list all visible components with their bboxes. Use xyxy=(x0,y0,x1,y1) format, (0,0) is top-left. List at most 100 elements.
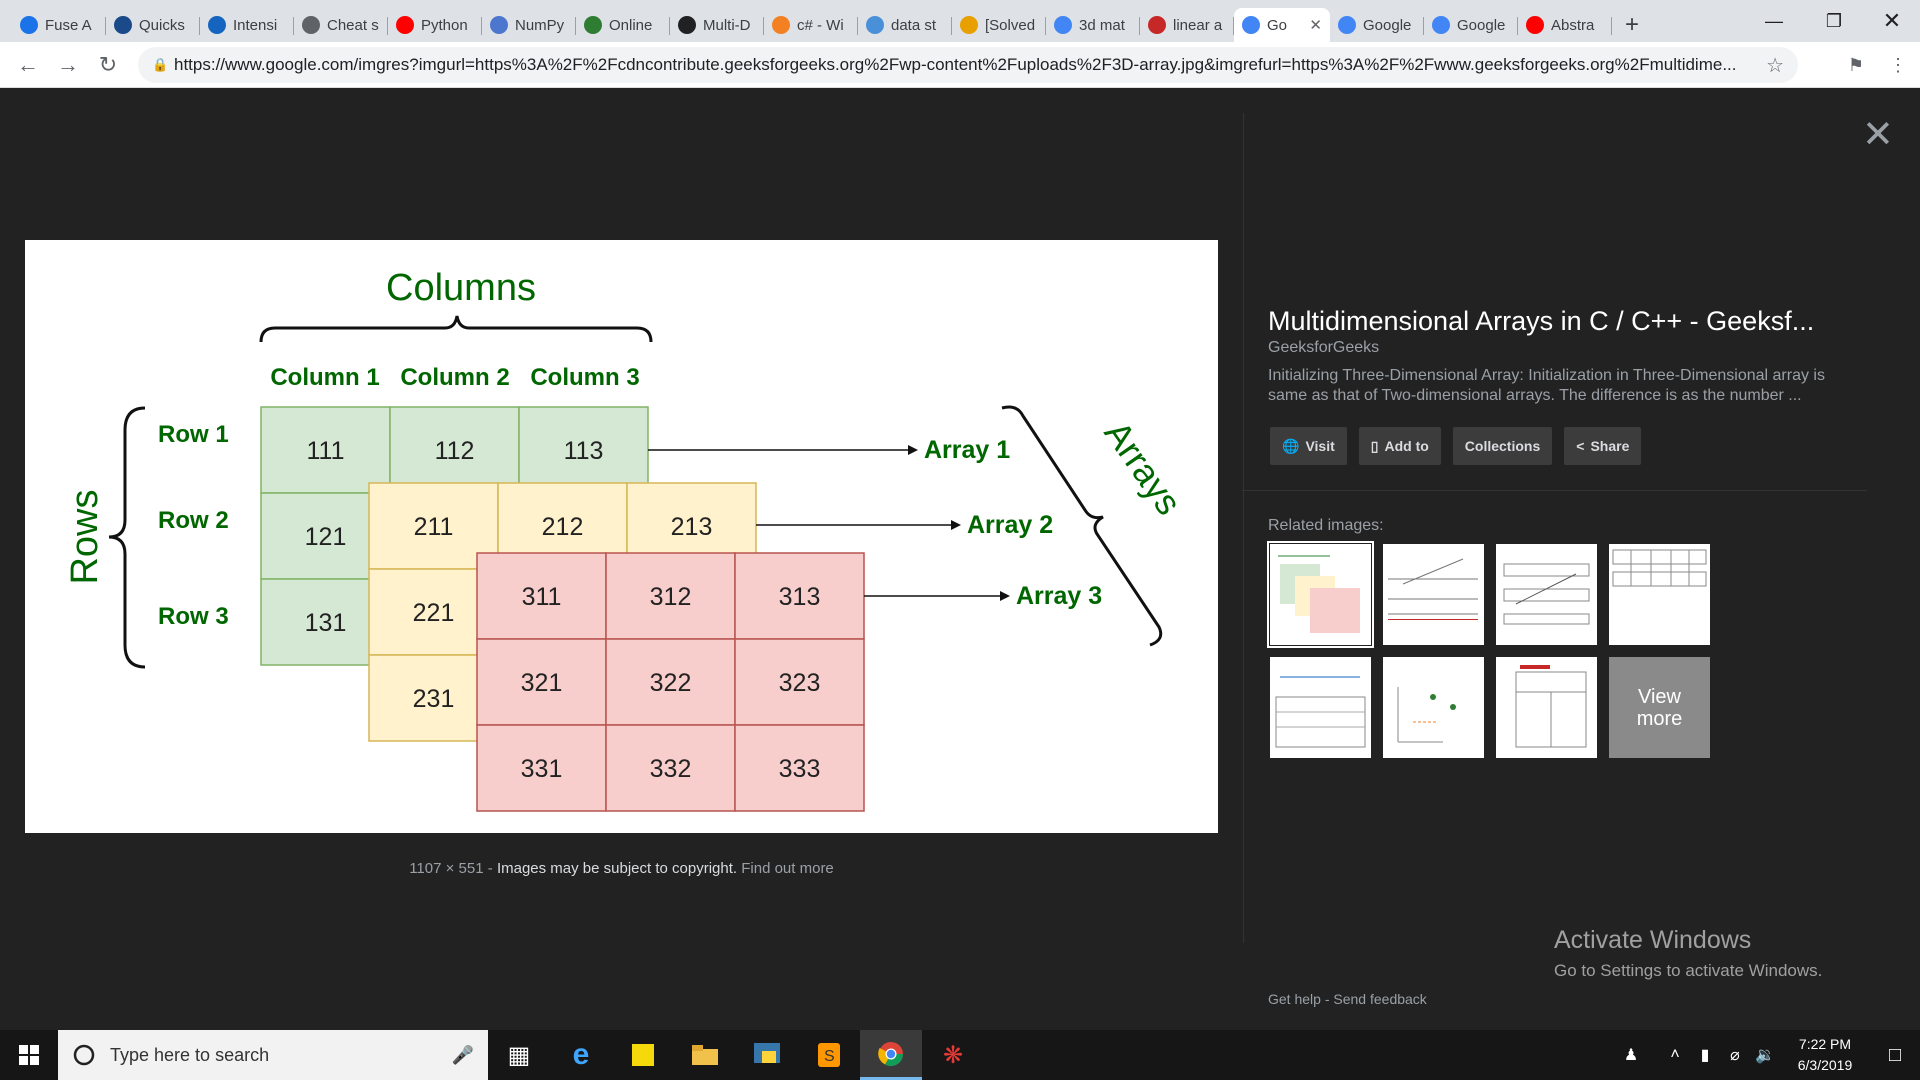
view-more-label: View more xyxy=(1636,685,1683,730)
view-more-button[interactable]: View more xyxy=(1609,657,1710,758)
rows-title: Rows xyxy=(64,489,106,584)
send-feedback-link[interactable]: Send feedback xyxy=(1333,991,1426,1007)
tab-title: Python xyxy=(421,16,468,34)
close-window-button[interactable]: ✕ xyxy=(1864,0,1920,42)
find-out-more-link[interactable]: Find out more xyxy=(741,860,834,877)
tab-title: Intensi xyxy=(233,16,278,34)
browser-tab[interactable]: Google xyxy=(1330,8,1424,42)
wifi-icon[interactable]: ⌀ xyxy=(1720,1045,1750,1065)
reload-button[interactable]: ↻ xyxy=(88,45,128,85)
browser-tab[interactable]: Google xyxy=(1424,8,1518,42)
tab-strip: Fuse A Quicks Intensi Cheat s Python NumPy Onl… xyxy=(0,0,1920,42)
spider-app-icon[interactable]: ❋ xyxy=(922,1030,984,1080)
browser-tab[interactable]: Abstra xyxy=(1518,8,1612,42)
tab-title: Google xyxy=(1457,16,1506,34)
close-viewer-icon[interactable]: ✕ xyxy=(1862,116,1894,154)
watermark-title: Activate Windows xyxy=(1554,926,1752,954)
people-icon[interactable]: ♟ xyxy=(1616,1045,1646,1065)
battery-icon[interactable]: ▮ xyxy=(1690,1045,1720,1065)
browser-tab[interactable]: NumPy xyxy=(482,8,576,42)
result-title[interactable]: Multidimensional Arrays in C / C++ - Gee… xyxy=(1268,306,1814,337)
google-icon xyxy=(1054,16,1072,34)
volume-icon[interactable]: 🔉 xyxy=(1750,1045,1780,1065)
browser-tab[interactable]: Multi-D xyxy=(670,8,764,42)
python-idle-icon[interactable] xyxy=(736,1030,798,1080)
bookmark-star-icon[interactable]: ☆ xyxy=(1766,53,1784,78)
preview-image[interactable]: 111 112 113 121 131 211 212 213 221 231 311 312 313 3… xyxy=(25,240,1218,833)
browser-tab[interactable]: Go ✕ xyxy=(1234,8,1330,42)
tab-title: Go xyxy=(1267,16,1288,34)
maximize-button[interactable]: ❐ xyxy=(1806,0,1862,42)
visit-button[interactable]: 🌐 Visit xyxy=(1270,427,1347,465)
related-thumb[interactable] xyxy=(1496,657,1597,758)
new-tab-button[interactable]: + xyxy=(1612,8,1652,42)
add-to-button[interactable]: ▯ Add to xyxy=(1358,427,1441,465)
edge-icon[interactable]: e xyxy=(550,1030,612,1080)
start-button[interactable] xyxy=(0,1030,58,1080)
taskbar-search[interactable]: Type here to search 🎤 xyxy=(58,1030,488,1080)
browser-tab[interactable]: Python xyxy=(388,8,482,42)
task-view-icon[interactable]: ▦ xyxy=(488,1030,550,1080)
thumb-array-grid-image xyxy=(1503,563,1590,625)
google-icon xyxy=(1242,16,1260,34)
related-thumb[interactable] xyxy=(1383,657,1484,758)
help-sep: - xyxy=(1320,991,1334,1007)
cell-value: 211 xyxy=(414,513,454,541)
collections-button[interactable]: Collections xyxy=(1452,427,1553,465)
collections-label: Collections xyxy=(1464,438,1541,454)
activate-windows-watermark: Activate Windows Go to Settings to activ… xyxy=(1554,926,1822,981)
thumb-diagram-image xyxy=(1515,665,1587,748)
chrome-icon[interactable] xyxy=(860,1030,922,1080)
tab-title: Quicks xyxy=(139,16,185,34)
tab-close-icon[interactable]: ✕ xyxy=(1309,16,1322,34)
related-thumb[interactable] xyxy=(1609,544,1710,645)
result-source[interactable]: GeeksforGeeks xyxy=(1268,339,1379,357)
tab-title: Online xyxy=(609,16,653,34)
browser-tab[interactable]: data st xyxy=(858,8,952,42)
file-explorer-icon[interactable] xyxy=(674,1030,736,1080)
clock[interactable]: 7:22 PM 6/3/2019 xyxy=(1780,1034,1870,1076)
browser-tab[interactable]: [Solved xyxy=(952,8,1046,42)
notifications-icon[interactable]: □ xyxy=(1870,1044,1920,1067)
stackoverflow-icon xyxy=(772,16,790,34)
browser-tab[interactable]: Intensi xyxy=(200,8,294,42)
cell-value: 311 xyxy=(522,583,562,611)
microphone-icon[interactable]: 🎤 xyxy=(452,1045,474,1066)
visit-label: Visit xyxy=(1305,438,1335,454)
sticky-notes-icon[interactable] xyxy=(612,1030,674,1080)
browser-tab[interactable]: Cheat s xyxy=(294,8,388,42)
cell-value: 131 xyxy=(305,609,347,637)
share-button[interactable]: < Share xyxy=(1564,427,1642,465)
extension-icon[interactable]: ⚑ xyxy=(1838,42,1874,88)
browser-tab[interactable]: c# - Wi xyxy=(764,8,858,42)
tab-title: Abstra xyxy=(1551,16,1595,34)
related-thumb[interactable] xyxy=(1496,544,1597,645)
related-thumb[interactable] xyxy=(1383,544,1484,645)
3d-array-diagram: 111 112 113 121 131 211 212 213 221 231 311 312 313 3… xyxy=(64,267,1190,812)
forward-button[interactable]: → xyxy=(48,45,88,85)
k-icon xyxy=(208,16,226,34)
browser-tab[interactable]: Quicks xyxy=(106,8,200,42)
browser-tab[interactable]: linear a xyxy=(1140,8,1234,42)
get-help-link[interactable]: Get help xyxy=(1268,991,1321,1007)
related-thumb[interactable] xyxy=(1270,657,1371,758)
forward-arrow-icon: → xyxy=(57,51,79,77)
cell-value: 323 xyxy=(779,669,821,697)
clock-date: 6/3/2019 xyxy=(1797,1057,1853,1073)
address-bar[interactable]: 🔒 https://www.google.com/imgres?imgurl=h… xyxy=(138,47,1798,83)
arrowhead xyxy=(951,520,961,530)
minimize-button[interactable]: — xyxy=(1746,0,1802,42)
sublime-text-icon[interactable]: S xyxy=(798,1030,860,1080)
back-button[interactable]: ← xyxy=(8,45,48,85)
tab-title: Multi-D xyxy=(703,16,751,34)
cell-value: 221 xyxy=(413,599,455,627)
browser-tab[interactable]: 3d mat xyxy=(1046,8,1140,42)
url-text[interactable]: https://www.google.com/imgres?imgurl=htt… xyxy=(174,55,1756,75)
tray-chevron-icon[interactable]: ˄ xyxy=(1660,1046,1690,1064)
menu-icon[interactable]: ⋮ xyxy=(1880,42,1916,88)
browser-tab[interactable]: Online xyxy=(576,8,670,42)
cell-value: 313 xyxy=(779,583,821,611)
browser-tab[interactable]: Fuse A xyxy=(12,8,106,42)
related-thumb[interactable] xyxy=(1267,541,1374,648)
solved-icon xyxy=(960,16,978,34)
